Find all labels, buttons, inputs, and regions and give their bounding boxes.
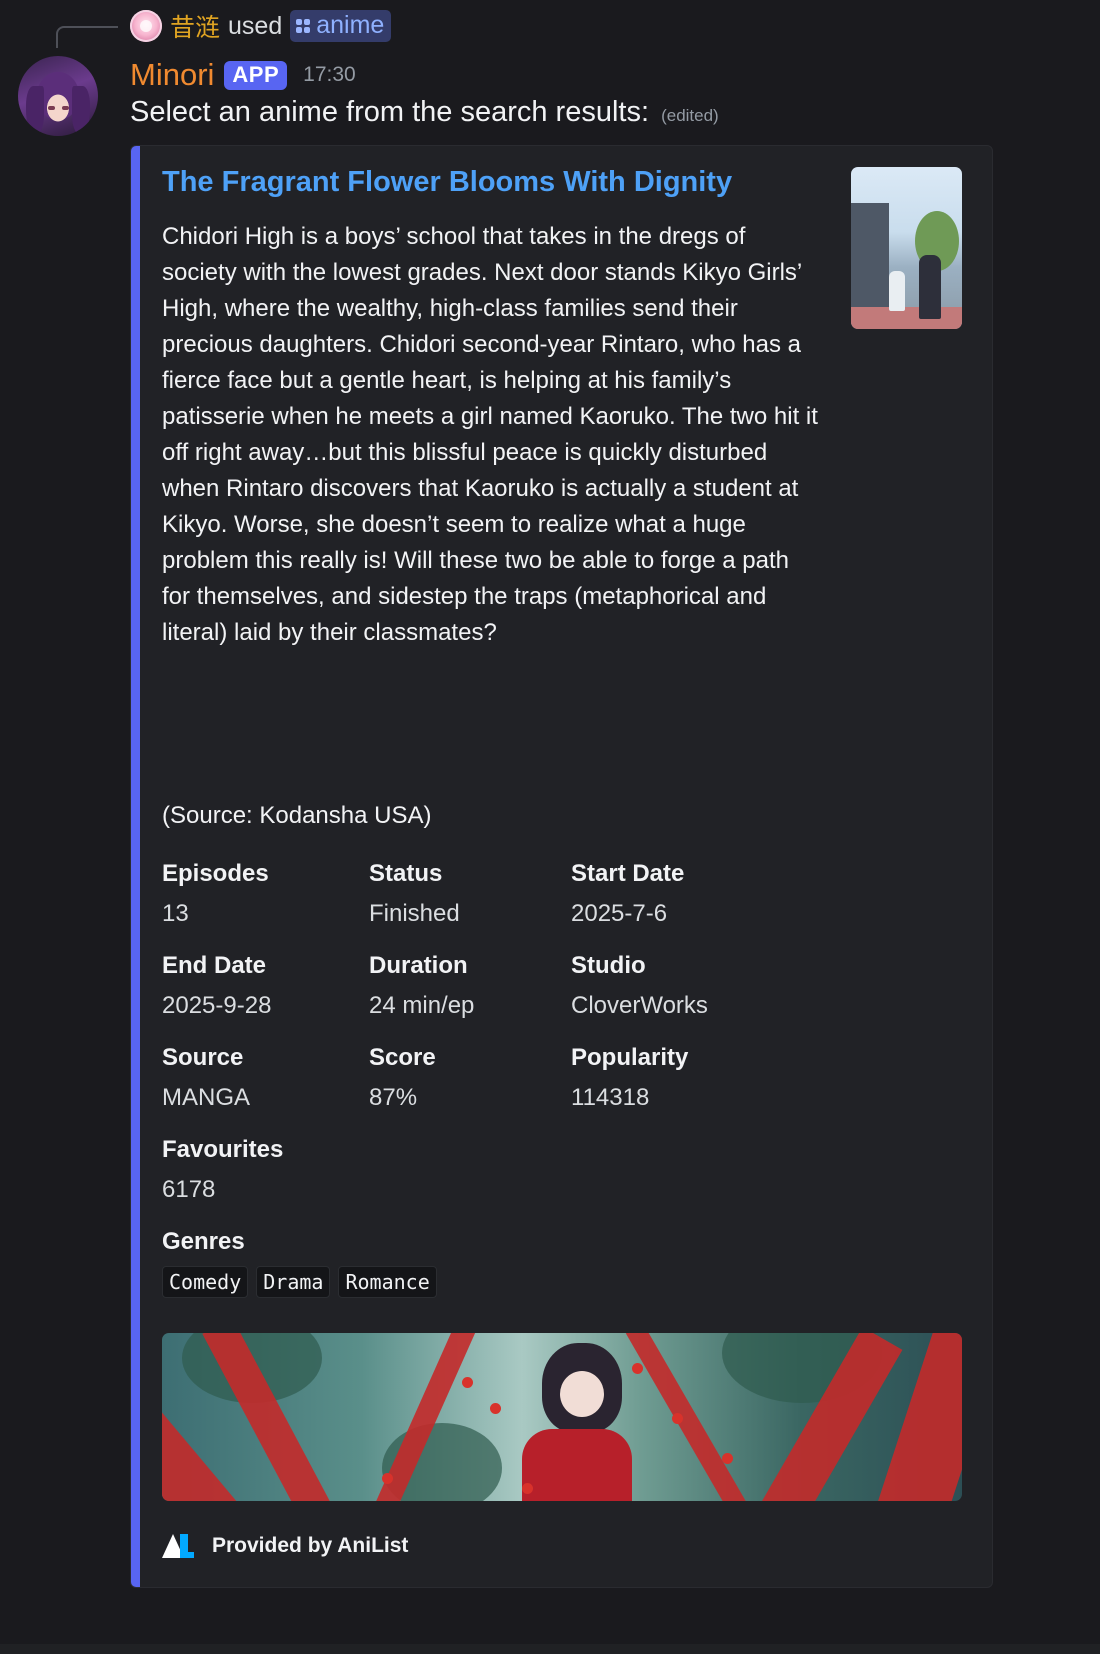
field-genres: Genres bbox=[162, 1226, 245, 1258]
field-name: Popularity bbox=[571, 1044, 689, 1071]
edited-marker: (edited) bbox=[661, 106, 719, 125]
invoking-username[interactable]: 昔涟 bbox=[170, 8, 220, 44]
message-view: 昔涟 used anime Minori APP 17:30 Select an… bbox=[0, 0, 1100, 1654]
field-value: Finished bbox=[369, 900, 460, 927]
genre-code-tag: Comedy bbox=[162, 1266, 249, 1298]
field-name: Favourites bbox=[162, 1136, 284, 1163]
message-header: Minori APP 17:30 bbox=[130, 54, 356, 96]
field-start-date: Start Date 2025-7-6 bbox=[571, 858, 684, 930]
app-command-icon bbox=[296, 18, 311, 33]
embed-source: (Source: Kodansha USA) bbox=[162, 802, 432, 829]
command-chip[interactable]: anime bbox=[290, 10, 392, 42]
embed-thumbnail[interactable] bbox=[851, 167, 962, 329]
embed-title-link[interactable]: The Fragrant Flower Blooms With Dignity bbox=[162, 166, 732, 199]
field-value: 6178 bbox=[162, 1176, 216, 1203]
field-source: Source MANGA bbox=[162, 1042, 250, 1114]
genre-code-tag: Romance bbox=[338, 1266, 437, 1298]
field-value: 13 bbox=[162, 900, 189, 927]
field-name: Status bbox=[369, 860, 443, 887]
reply-spine bbox=[56, 26, 118, 48]
genre-list: Comedy Drama Romance bbox=[162, 1266, 437, 1298]
field-name: Duration bbox=[369, 952, 468, 979]
command-name: anime bbox=[316, 11, 385, 39]
field-name: Start Date bbox=[571, 860, 685, 887]
command-interaction: 昔涟 used anime bbox=[130, 8, 392, 44]
interaction-verb: used bbox=[228, 11, 283, 40]
field-value: 24 min/ep bbox=[369, 992, 475, 1019]
field-end-date: End Date 2025-9-28 bbox=[162, 950, 271, 1022]
embed-footer: Provided by AniList bbox=[162, 1532, 408, 1560]
message-content: Select an anime from the search results:… bbox=[130, 96, 719, 129]
app-badge: APP bbox=[224, 60, 288, 90]
message-timestamp[interactable]: 17:30 bbox=[303, 63, 356, 87]
embed-banner-image[interactable] bbox=[162, 1333, 962, 1501]
field-duration: Duration 24 min/ep bbox=[369, 950, 474, 1022]
author-name[interactable]: Minori bbox=[130, 57, 214, 93]
field-favourites: Favourites 6178 bbox=[162, 1134, 283, 1206]
field-score: Score 87% bbox=[369, 1042, 436, 1114]
field-name: Genres bbox=[162, 1228, 245, 1255]
field-name: Source bbox=[162, 1044, 244, 1071]
bot-avatar[interactable] bbox=[18, 56, 98, 136]
genre-code-tag: Drama bbox=[256, 1266, 331, 1298]
field-name: Studio bbox=[571, 952, 646, 979]
field-name: Score bbox=[369, 1044, 436, 1071]
field-value: 114318 bbox=[571, 1084, 650, 1111]
anime-embed: The Fragrant Flower Blooms With Dignity … bbox=[130, 145, 993, 1588]
field-name: End Date bbox=[162, 952, 267, 979]
field-value: 2025-9-28 bbox=[162, 992, 272, 1019]
field-popularity: Popularity 114318 bbox=[571, 1042, 688, 1114]
message-text: Select an anime from the search results: bbox=[130, 96, 650, 128]
footer-text: Provided by AniList bbox=[212, 1534, 409, 1557]
user-avatar-icon[interactable] bbox=[130, 10, 162, 42]
field-value: 2025-7-6 bbox=[571, 900, 668, 927]
embed-description: Chidori High is a boys’ school that take… bbox=[162, 223, 818, 646]
field-studio: Studio CloverWorks bbox=[571, 950, 708, 1022]
field-episodes: Episodes 13 bbox=[162, 858, 269, 930]
anilist-logo-icon bbox=[162, 1532, 194, 1560]
field-value: 87% bbox=[369, 1084, 418, 1111]
field-name: Episodes bbox=[162, 860, 269, 887]
field-status: Status Finished bbox=[369, 858, 460, 930]
embed-accent-bar bbox=[131, 146, 140, 1587]
field-value: MANGA bbox=[162, 1084, 251, 1111]
bottom-divider bbox=[0, 1644, 1100, 1654]
field-value: CloverWorks bbox=[571, 992, 708, 1019]
